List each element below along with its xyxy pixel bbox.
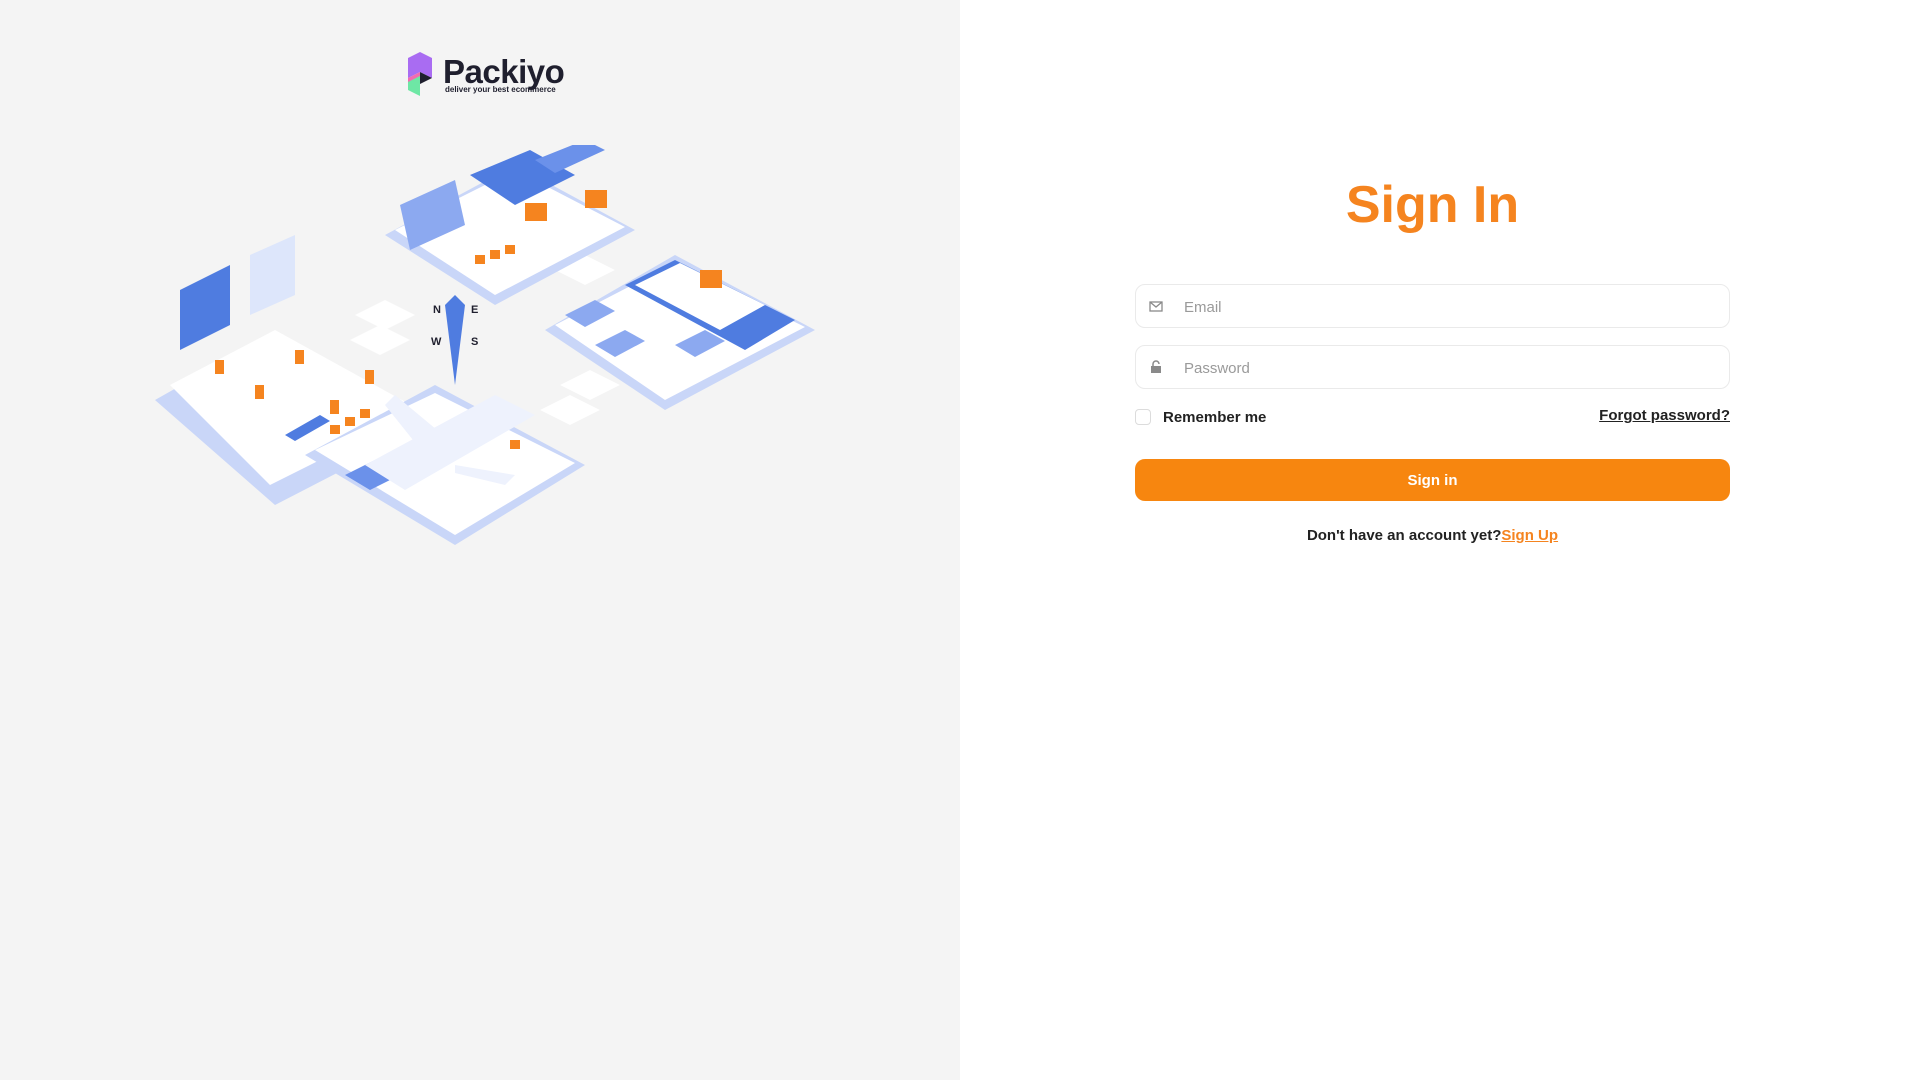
signup-prompt-text: Don't have an account yet? xyxy=(1306,527,1502,544)
lock-icon xyxy=(1151,360,1161,373)
remember-me-label[interactable]: Remember me xyxy=(1163,409,1266,426)
forgot-password-link[interactable]: Forgot password? xyxy=(1599,407,1730,424)
packiyo-logo-mark xyxy=(408,52,432,96)
svg-text:W: W xyxy=(431,336,442,348)
illustration-panel: Packiyo deliver your best ecommerce N E … xyxy=(0,0,960,1080)
svg-text:E: E xyxy=(471,304,478,316)
svg-text:S: S xyxy=(471,336,478,348)
sign-up-link[interactable]: Sign Up xyxy=(1501,527,1558,544)
signup-prompt-row: Don't have an account yet?Sign Up xyxy=(1135,527,1730,544)
packiyo-logo: Packiyo deliver your best ecommerce xyxy=(405,52,565,96)
email-field[interactable] xyxy=(1135,284,1730,329)
sign-in-button[interactable]: Sign in xyxy=(1135,459,1730,501)
isometric-logistics-illustration: N E W S xyxy=(155,145,815,545)
options-row: Remember me Forgot password? xyxy=(1135,405,1730,435)
password-field[interactable] xyxy=(1135,345,1730,390)
page-title: Sign In xyxy=(1345,176,1520,234)
sign-in-panel: Sign In Remember me Forgot password? Sig… xyxy=(960,0,1920,1080)
envelope-icon xyxy=(1149,301,1163,312)
email-input[interactable] xyxy=(1182,285,1716,329)
svg-text:N: N xyxy=(433,304,441,316)
remember-me-checkbox[interactable] xyxy=(1135,409,1151,425)
password-input[interactable] xyxy=(1182,346,1716,390)
brand-tagline: deliver your best ecommerce xyxy=(445,85,556,94)
sign-in-form: Sign In Remember me Forgot password? Sig… xyxy=(1135,160,1730,544)
